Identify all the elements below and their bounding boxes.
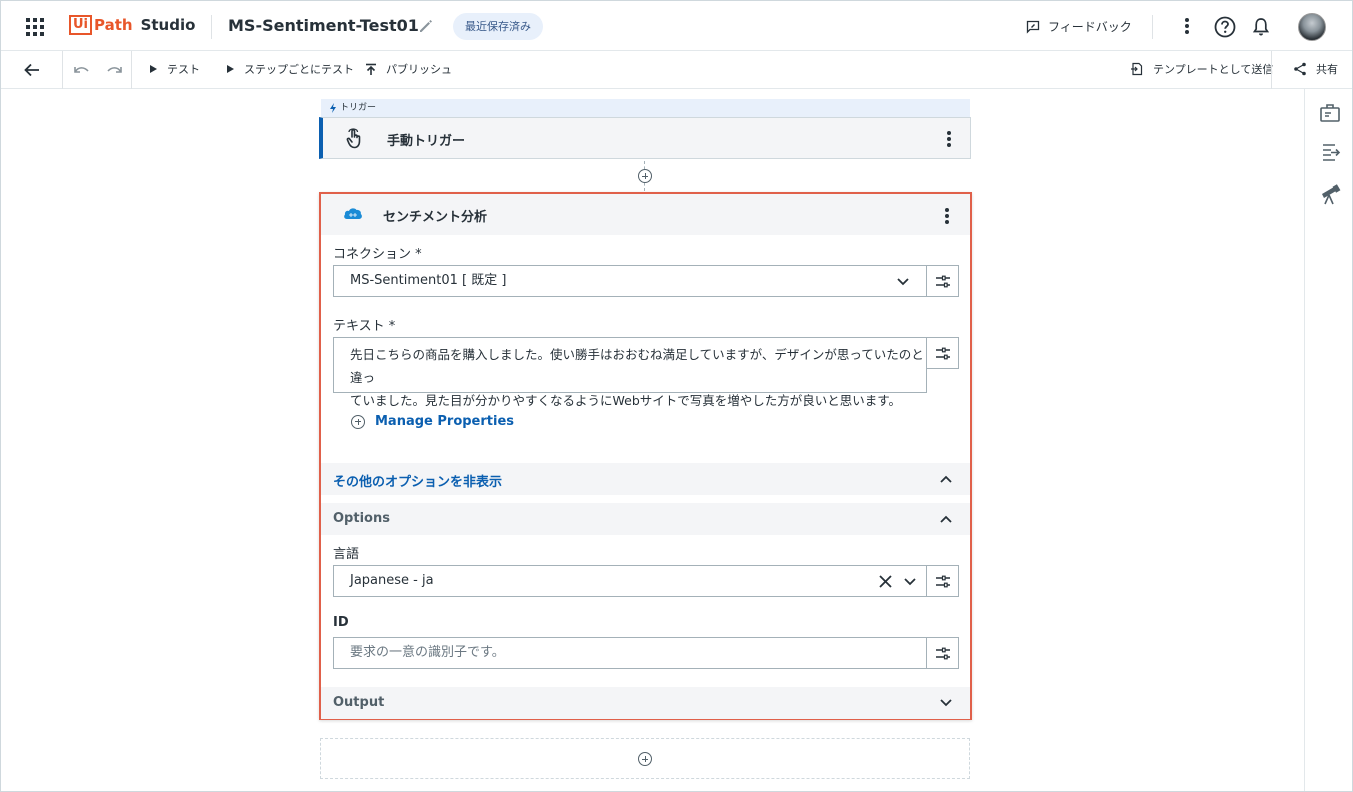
chevron-up-icon: [940, 515, 952, 523]
text-input[interactable]: 先日こちらの商品を購入しました。使い勝手はおおむね満足していますが、デザインが思…: [333, 337, 927, 408]
right-side-rail: [1304, 89, 1352, 791]
id-variable-button[interactable]: [926, 637, 959, 669]
text-value-line2: ていました。見た目が分かりやすくなるようにWebサイトで写真を増やした方が良いと…: [350, 393, 902, 408]
play-icon: [150, 65, 157, 73]
user-avatar[interactable]: [1298, 13, 1326, 41]
divider: [1152, 15, 1153, 39]
divider: [131, 51, 132, 89]
share-icon: [1294, 62, 1306, 76]
sentiment-analysis-activity[interactable]: センチメント分析 コネクション * MS-Sentiment01 [ 既定 ] …: [319, 192, 972, 720]
hide-options-label: その他のオプションを非表示: [333, 475, 503, 490]
step-test-label: ステップごとにテスト: [244, 63, 354, 76]
redo-icon[interactable]: [105, 62, 125, 78]
add-step-icon[interactable]: [638, 169, 652, 183]
language-variable-button[interactable]: [926, 565, 959, 597]
uipath-studio-logo[interactable]: Ui Path Studio: [69, 15, 195, 35]
options-label: Options: [333, 511, 390, 526]
connection-label: コネクション *: [333, 247, 422, 262]
manage-properties-button[interactable]: Manage Properties: [351, 414, 514, 429]
logo-ui: Ui: [69, 15, 93, 35]
app-launcher-icon[interactable]: [26, 18, 44, 36]
logo-path: Path: [94, 16, 133, 34]
add-activity-placeholder[interactable]: [320, 738, 970, 779]
manage-properties-label: Manage Properties: [375, 414, 515, 429]
add-step-icon[interactable]: [638, 752, 652, 766]
divider: [62, 51, 63, 89]
azure-cognitive-icon: [344, 208, 362, 219]
publish-icon: [366, 63, 376, 75]
settings-sliders-icon: [936, 575, 950, 588]
action-toolbar: テスト ステップごとにテスト パブリッシュ テンプレートとして送信 共有: [1, 51, 1352, 89]
connection-value: MS-Sentiment01 [ 既定 ]: [350, 273, 507, 288]
id-input[interactable]: 要求の一意の識別子です。: [333, 637, 927, 669]
send-template-label: テンプレートとして送信: [1153, 63, 1274, 76]
divider: [211, 15, 212, 39]
hide-options-toggle[interactable]: その他のオプションを非表示: [321, 463, 970, 495]
toolbox-icon[interactable]: [1319, 102, 1341, 124]
add-circle-icon: [351, 414, 365, 429]
language-label: 言語: [333, 547, 360, 562]
feedback-icon: [1026, 20, 1040, 34]
chevron-down-icon: [940, 699, 952, 707]
text-value-line1: 先日こちらの商品を購入しました。使い勝手はおおむね満足していますが、デザインが思…: [350, 347, 924, 385]
text-label: テキスト *: [333, 319, 396, 334]
feedback-button[interactable]: フィードバック: [1026, 18, 1132, 35]
feedback-label: フィードバック: [1048, 20, 1132, 34]
clear-x-icon[interactable]: [879, 575, 892, 588]
notification-bell-icon[interactable]: [1252, 17, 1270, 37]
output-label: Output: [333, 695, 385, 710]
test-label: テスト: [167, 63, 200, 76]
id-placeholder: 要求の一意の識別子です。: [350, 645, 505, 660]
manual-trigger-card[interactable]: 手動トリガー: [319, 117, 971, 159]
trigger-tag: トリガー: [321, 99, 970, 117]
edit-pencil-icon[interactable]: [417, 17, 435, 35]
chevron-down-icon: [904, 578, 916, 586]
publish-label: パブリッシュ: [386, 63, 452, 76]
activity-header: センチメント分析: [321, 194, 970, 235]
back-arrow-icon[interactable]: [23, 61, 41, 79]
undo-icon[interactable]: [71, 62, 91, 78]
trigger-more-icon[interactable]: [947, 131, 951, 147]
language-dropdown[interactable]: Japanese - ja: [333, 565, 927, 597]
publish-button[interactable]: パブリッシュ: [365, 61, 452, 77]
chevron-up-icon: [940, 475, 952, 483]
share-button[interactable]: 共有: [1293, 61, 1338, 77]
lightning-icon: [330, 103, 336, 113]
text-variable-button[interactable]: [926, 337, 959, 369]
chevron-down-icon: [897, 278, 909, 286]
hand-touch-icon: [346, 128, 361, 149]
test-button[interactable]: テスト: [150, 61, 200, 77]
activity-title: センチメント分析: [383, 210, 488, 225]
output-section-header[interactable]: Output: [321, 687, 970, 719]
share-label: 共有: [1316, 63, 1338, 76]
trigger-title: 手動トリガー: [387, 134, 466, 149]
step-test-button[interactable]: ステップごとにテスト: [227, 61, 354, 77]
studio-window: Ui Path Studio MS-Sentiment-Test01 最近保存済…: [0, 0, 1353, 792]
connection-variable-button[interactable]: [926, 265, 959, 297]
more-menu-icon[interactable]: [1185, 18, 1189, 34]
options-section-header[interactable]: Options: [321, 503, 970, 535]
save-status-badge: 最近保存済み: [453, 13, 543, 40]
language-value: Japanese - ja: [350, 573, 434, 588]
id-label: ID: [333, 615, 349, 630]
help-icon[interactable]: [1214, 16, 1236, 38]
play-icon: [227, 65, 234, 73]
project-title: MS-Sentiment-Test01: [228, 16, 419, 35]
data-manager-icon[interactable]: [1319, 142, 1341, 164]
divider: [1271, 51, 1272, 89]
top-bar: Ui Path Studio MS-Sentiment-Test01 最近保存済…: [1, 1, 1352, 51]
logo-studio: Studio: [140, 16, 196, 34]
send-as-template-button[interactable]: テンプレートとして送信: [1130, 61, 1273, 77]
telescope-icon[interactable]: [1319, 183, 1341, 205]
settings-sliders-icon: [936, 347, 950, 360]
connection-dropdown[interactable]: MS-Sentiment01 [ 既定 ]: [333, 265, 927, 297]
template-icon: [1131, 62, 1143, 76]
trigger-tag-label: トリガー: [340, 103, 377, 113]
settings-sliders-icon: [936, 647, 950, 660]
settings-sliders-icon: [936, 275, 950, 288]
activity-more-icon[interactable]: [945, 208, 949, 224]
